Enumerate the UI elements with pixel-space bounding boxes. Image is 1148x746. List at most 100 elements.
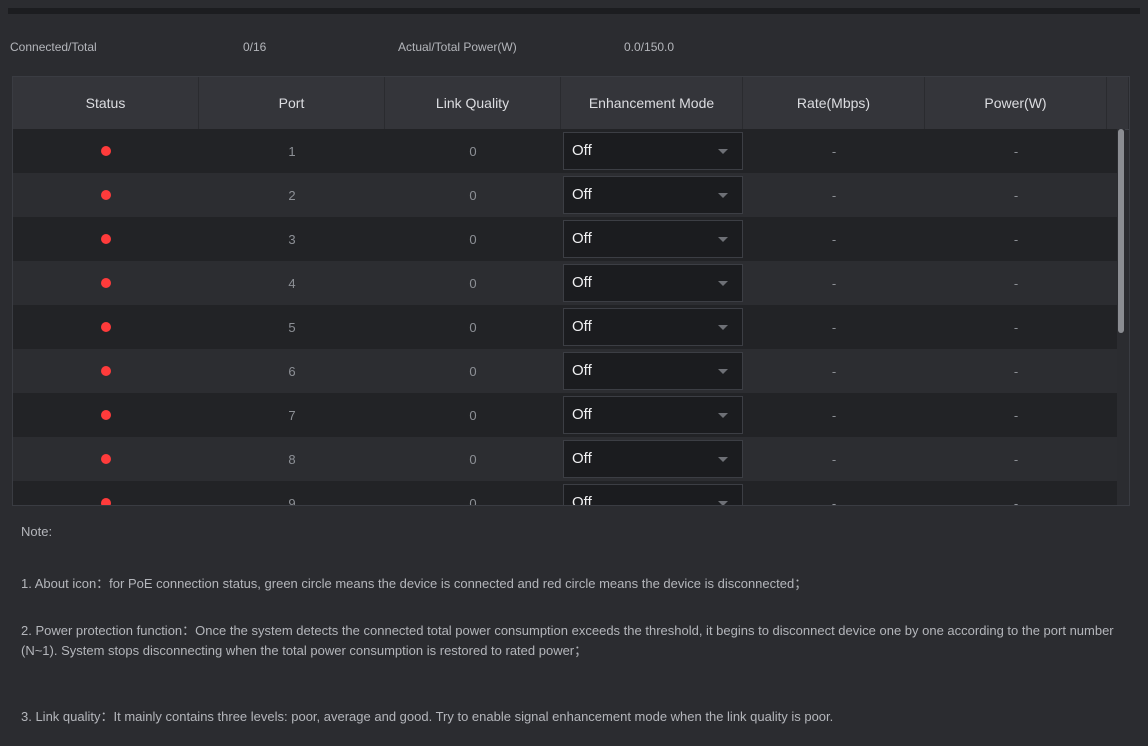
rate-cell: - xyxy=(831,407,837,423)
header-enhancement-mode: Enhancement Mode xyxy=(561,77,743,129)
link-quality-cell: 0 xyxy=(469,187,477,203)
link-quality-cell: 0 xyxy=(469,363,477,379)
port-cell: 8 xyxy=(288,451,296,467)
port-table: Status Port Link Quality Enhancement Mod… xyxy=(12,76,1130,506)
rate-cell: - xyxy=(831,319,837,335)
power-cell: - xyxy=(1013,407,1019,423)
table-scrollbar[interactable] xyxy=(1117,129,1125,505)
note-item-power-protection: 2. Power protection function：Once the sy… xyxy=(21,623,1114,658)
status-cell xyxy=(13,276,199,291)
top-bar xyxy=(8,8,1140,14)
enhancement-mode-select[interactable]: Off xyxy=(563,352,743,390)
enhancement-mode-cell: Off xyxy=(561,220,743,258)
port-cell: 9 xyxy=(288,495,296,506)
table-row: 2 0 Off - - xyxy=(13,173,1117,217)
power-cell: - xyxy=(1013,363,1019,379)
port-cell: 3 xyxy=(288,231,296,247)
enhancement-mode-select[interactable]: Off xyxy=(563,396,743,434)
chevron-down-icon xyxy=(718,413,728,418)
link-quality-cell: 0 xyxy=(469,143,477,159)
chevron-down-icon xyxy=(718,149,728,154)
status-cell xyxy=(13,408,199,423)
rate-cell: - xyxy=(831,451,837,467)
enhancement-mode-value: Off xyxy=(572,142,592,159)
enhancement-mode-cell: Off xyxy=(561,132,743,170)
poe-summary: Connected/Total 0/16 Actual/Total Power(… xyxy=(0,40,1148,60)
header-status: Status xyxy=(13,77,199,129)
header-port: Port xyxy=(199,77,385,129)
rate-cell: - xyxy=(831,231,837,247)
enhancement-mode-select[interactable]: Off xyxy=(563,220,743,258)
enhancement-mode-value: Off xyxy=(572,186,592,203)
actual-total-power-label: Actual/Total Power(W) xyxy=(398,40,517,54)
link-quality-cell: 0 xyxy=(469,319,477,335)
disconnected-status-icon xyxy=(101,277,111,288)
disconnected-status-icon xyxy=(101,365,111,376)
header-spacer xyxy=(1107,77,1129,129)
disconnected-status-icon xyxy=(101,497,111,505)
chevron-down-icon xyxy=(718,193,728,198)
power-cell: - xyxy=(1013,231,1019,247)
disconnected-status-icon xyxy=(101,321,111,332)
rate-cell: - xyxy=(831,363,837,379)
table-row: 1 0 Off - - xyxy=(13,129,1117,173)
port-cell: 2 xyxy=(288,187,296,203)
enhancement-mode-select[interactable]: Off xyxy=(563,484,743,505)
header-rate: Rate(Mbps) xyxy=(743,77,925,129)
port-cell: 6 xyxy=(288,363,296,379)
chevron-down-icon xyxy=(718,237,728,242)
port-cell: 5 xyxy=(288,319,296,335)
power-cell: - xyxy=(1013,275,1019,291)
chevron-down-icon xyxy=(718,325,728,330)
link-quality-cell: 0 xyxy=(469,451,477,467)
link-quality-cell: 0 xyxy=(469,495,477,506)
status-cell xyxy=(13,496,199,505)
enhancement-mode-select[interactable]: Off xyxy=(563,308,743,346)
enhancement-mode-cell: Off xyxy=(561,308,743,346)
chevron-down-icon xyxy=(718,501,728,505)
status-cell xyxy=(13,452,199,467)
enhancement-mode-cell: Off xyxy=(561,264,743,302)
table-row: 5 0 Off - - xyxy=(13,305,1117,349)
link-quality-cell: 0 xyxy=(469,275,477,291)
table-row: 7 0 Off - - xyxy=(13,393,1117,437)
enhancement-mode-value: Off xyxy=(572,406,592,423)
actual-total-power-value: 0.0/150.0 xyxy=(624,40,675,54)
rate-cell: - xyxy=(831,495,837,506)
chevron-down-icon xyxy=(718,281,728,286)
enhancement-mode-select[interactable]: Off xyxy=(563,132,743,170)
rate-cell: - xyxy=(831,275,837,291)
power-cell: - xyxy=(1013,143,1019,159)
scrollbar-thumb[interactable] xyxy=(1118,129,1124,333)
chevron-down-icon xyxy=(718,457,728,462)
status-cell xyxy=(13,188,199,203)
power-cell: - xyxy=(1013,319,1019,335)
enhancement-mode-value: Off xyxy=(572,230,592,247)
status-cell xyxy=(13,364,199,379)
note-item-link-quality: 3. Link quality：It mainly contains three… xyxy=(21,709,834,724)
enhancement-mode-select[interactable]: Off xyxy=(563,264,743,302)
table-header: Status Port Link Quality Enhancement Mod… xyxy=(13,77,1129,130)
table-row: 3 0 Off - - xyxy=(13,217,1117,261)
enhancement-mode-select[interactable]: Off xyxy=(563,176,743,214)
header-link-quality: Link Quality xyxy=(385,77,561,129)
link-quality-cell: 0 xyxy=(469,407,477,423)
disconnected-status-icon xyxy=(101,453,111,464)
disconnected-status-icon xyxy=(101,233,111,244)
status-cell xyxy=(13,320,199,335)
port-cell: 4 xyxy=(288,275,296,291)
table-body: 1 0 Off - - 2 0 Off - - 3 0 Off - - 4 0 … xyxy=(13,129,1117,506)
connected-total-label: Connected/Total xyxy=(10,40,97,54)
notes-heading: Note: xyxy=(21,524,53,539)
disconnected-status-icon xyxy=(101,145,111,156)
table-row: 9 0 Off - - xyxy=(13,481,1117,506)
enhancement-mode-value: Off xyxy=(572,318,592,335)
port-cell: 7 xyxy=(288,407,296,423)
enhancement-mode-cell: Off xyxy=(561,352,743,390)
enhancement-mode-value: Off xyxy=(572,362,592,379)
table-row: 8 0 Off - - xyxy=(13,437,1117,481)
enhancement-mode-select[interactable]: Off xyxy=(563,440,743,478)
power-cell: - xyxy=(1013,451,1019,467)
connected-total-value: 0/16 xyxy=(243,40,267,54)
enhancement-mode-cell: Off xyxy=(561,440,743,478)
